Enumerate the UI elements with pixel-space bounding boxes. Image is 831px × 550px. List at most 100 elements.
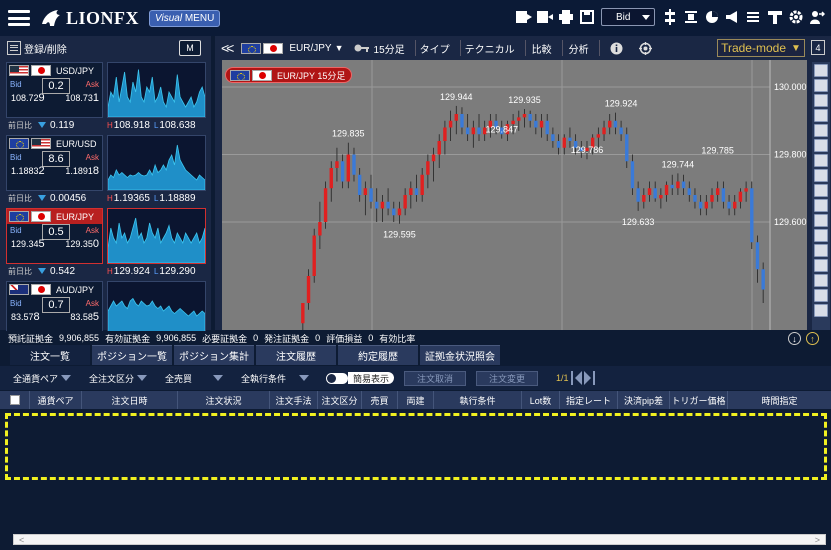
box-tool-icon[interactable]: [814, 289, 828, 302]
ray-tool-icon[interactable]: [814, 154, 828, 167]
col-header[interactable]: 両建: [398, 391, 434, 409]
grid-tool-icon[interactable]: [814, 259, 828, 272]
chat-tool-icon[interactable]: [814, 109, 828, 122]
ask-price[interactable]: 129.350: [65, 238, 99, 250]
register-icon[interactable]: [7, 41, 21, 55]
m-button[interactable]: M: [179, 40, 201, 56]
rate-tile-eurusd[interactable]: EUR/USD Bid Ask 8.6 1.18832 1.18918 前日比 0…: [6, 133, 211, 206]
bell-tool-icon[interactable]: [814, 79, 828, 92]
order-out-icon[interactable]: [535, 7, 555, 27]
order-type-filter-select[interactable]: 全注文区分: [84, 370, 150, 386]
wave-tool-icon[interactable]: [814, 229, 828, 242]
col-header[interactable]: 注文日時: [82, 391, 178, 409]
bid-price[interactable]: 108.729: [11, 92, 45, 104]
print-icon[interactable]: [556, 7, 576, 27]
pie-icon[interactable]: [702, 7, 722, 27]
visual-menu-label-b: MENU: [182, 12, 215, 24]
news-icon[interactable]: [744, 7, 764, 27]
megaphone-icon[interactable]: [723, 7, 743, 27]
col-header[interactable]: 指定レート: [560, 391, 618, 409]
ask-price[interactable]: 83.585: [70, 311, 99, 323]
tools-icon[interactable]: [765, 7, 785, 27]
panel-count-button[interactable]: 4: [811, 40, 825, 55]
rate-board-icon[interactable]: [660, 7, 680, 27]
arrow-down-circle-icon[interactable]: ↓: [788, 332, 801, 345]
tab-order-history[interactable]: 注文履歴: [256, 345, 336, 365]
condition-filter-select[interactable]: 全執行条件: [236, 370, 312, 386]
rate-box[interactable]: USD/JPY Bid Ask 0.2 108.729 108.731: [6, 62, 103, 118]
visual-menu-button[interactable]: Visual MENU: [149, 9, 221, 27]
pair-symbol: EUR/USD: [56, 138, 97, 149]
order-in-icon[interactable]: [514, 7, 534, 27]
channel-tool-icon[interactable]: [814, 214, 828, 227]
tab-margin-status[interactable]: 証拠金状況照会: [420, 345, 500, 365]
target-icon[interactable]: [638, 41, 652, 55]
horizontal-scrollbar[interactable]: < >: [13, 534, 826, 545]
prev-page-icon[interactable]: [574, 371, 582, 385]
rate-tile-usdjpy[interactable]: USD/JPY Bid Ask 0.2 108.729 108.731 前日比 0…: [6, 60, 211, 133]
window-tool-icon[interactable]: [814, 94, 828, 107]
menu-icon[interactable]: [8, 10, 30, 26]
arrow-up-circle-icon[interactable]: ↑: [806, 332, 819, 345]
candle-icon[interactable]: [681, 7, 701, 27]
rate-box[interactable]: EUR/USD Bid Ask 8.6 1.18832 1.18918: [6, 135, 103, 191]
candlestick-chart[interactable]: 130.000 129.800 129.600 129.835 129.595 129.9…: [222, 60, 807, 330]
price-type-select[interactable]: Bid: [601, 8, 655, 26]
ask-price[interactable]: 1.18918: [65, 165, 99, 177]
chart-type-button[interactable]: タイプ: [420, 41, 450, 56]
simple-display-toggle[interactable]: [326, 372, 348, 384]
scroll-right-icon[interactable]: >: [815, 535, 820, 545]
col-header[interactable]: 時間指定: [728, 391, 831, 409]
text-tool-icon[interactable]: [814, 274, 828, 287]
pager: 1/1: [556, 371, 595, 385]
next-page-icon[interactable]: [583, 371, 591, 385]
save-icon[interactable]: [577, 7, 597, 27]
ask-price[interactable]: 108.731: [65, 92, 99, 104]
tab-execution-history[interactable]: 約定履歴: [338, 345, 418, 365]
tab-order-list[interactable]: 注文一覧: [10, 345, 90, 365]
chart-pair-select[interactable]: EUR/JPY ▼: [241, 42, 344, 54]
pair-filter-select[interactable]: 全通貨ペア: [8, 370, 74, 386]
hand-tool-icon[interactable]: [814, 199, 828, 212]
col-header[interactable]: 注文手法: [270, 391, 318, 409]
cancel-order-button[interactable]: 注文取消: [404, 370, 467, 386]
mail-tool-icon[interactable]: [814, 64, 828, 77]
hline-tool-icon[interactable]: [814, 169, 828, 182]
vline-tool-icon[interactable]: [814, 184, 828, 197]
col-header[interactable]: 注文区分: [318, 391, 362, 409]
quote-row: Bid Ask 8.6 1.18832 1.18918: [7, 151, 102, 177]
interval-select[interactable]: 15分足: [354, 41, 405, 56]
fibo-tool-icon[interactable]: [814, 244, 828, 257]
change-order-button[interactable]: 注文変更: [476, 370, 539, 386]
info-icon[interactable]: [610, 42, 623, 55]
tab-position-summary[interactable]: ポジション集計: [174, 345, 254, 365]
rate-tile-eurjpy[interactable]: EUR/JPY Bid Ask 0.5 129.345 129.350 前日比 0…: [6, 206, 211, 279]
tab-position-list[interactable]: ポジション一覧: [92, 345, 172, 365]
rate-box[interactable]: AUD/JPY Bid Ask 0.7 83.578 83.585: [6, 281, 103, 337]
bid-price[interactable]: 1.18832: [11, 165, 45, 177]
rate-box[interactable]: EUR/JPY Bid Ask 0.5 129.345 129.350: [6, 208, 103, 264]
technical-button[interactable]: テクニカル: [465, 41, 515, 56]
analysis-button[interactable]: 分析: [569, 41, 589, 56]
col-header[interactable]: Lot数: [522, 391, 560, 409]
side-filter-select[interactable]: 全売買: [160, 370, 226, 386]
scroll-left-icon[interactable]: <: [19, 535, 24, 545]
col-header[interactable]: 売買: [362, 391, 398, 409]
select-all-checkbox[interactable]: [9, 395, 20, 405]
register-label[interactable]: 登録/削除: [24, 41, 67, 56]
cursor-tool-icon[interactable]: [814, 124, 828, 137]
trade-mode-select[interactable]: Trade-mode ▼: [717, 39, 805, 57]
erase-tool-icon[interactable]: [814, 304, 828, 317]
gear-icon[interactable]: [786, 7, 806, 27]
col-header[interactable]: 執行条件: [434, 391, 522, 409]
bid-price[interactable]: 129.345: [11, 238, 45, 250]
logout-icon[interactable]: [807, 7, 827, 27]
col-header[interactable]: 決済pip差: [618, 391, 670, 409]
compare-button[interactable]: 比較: [532, 41, 552, 56]
collapse-left-icon[interactable]: <<: [221, 40, 234, 56]
col-header[interactable]: トリガー価格: [670, 391, 728, 409]
bid-price[interactable]: 83.578: [11, 311, 40, 323]
col-header[interactable]: 通貨ペア: [30, 391, 82, 409]
col-header[interactable]: 注文状況: [178, 391, 270, 409]
trendline-tool-icon[interactable]: [814, 139, 828, 152]
